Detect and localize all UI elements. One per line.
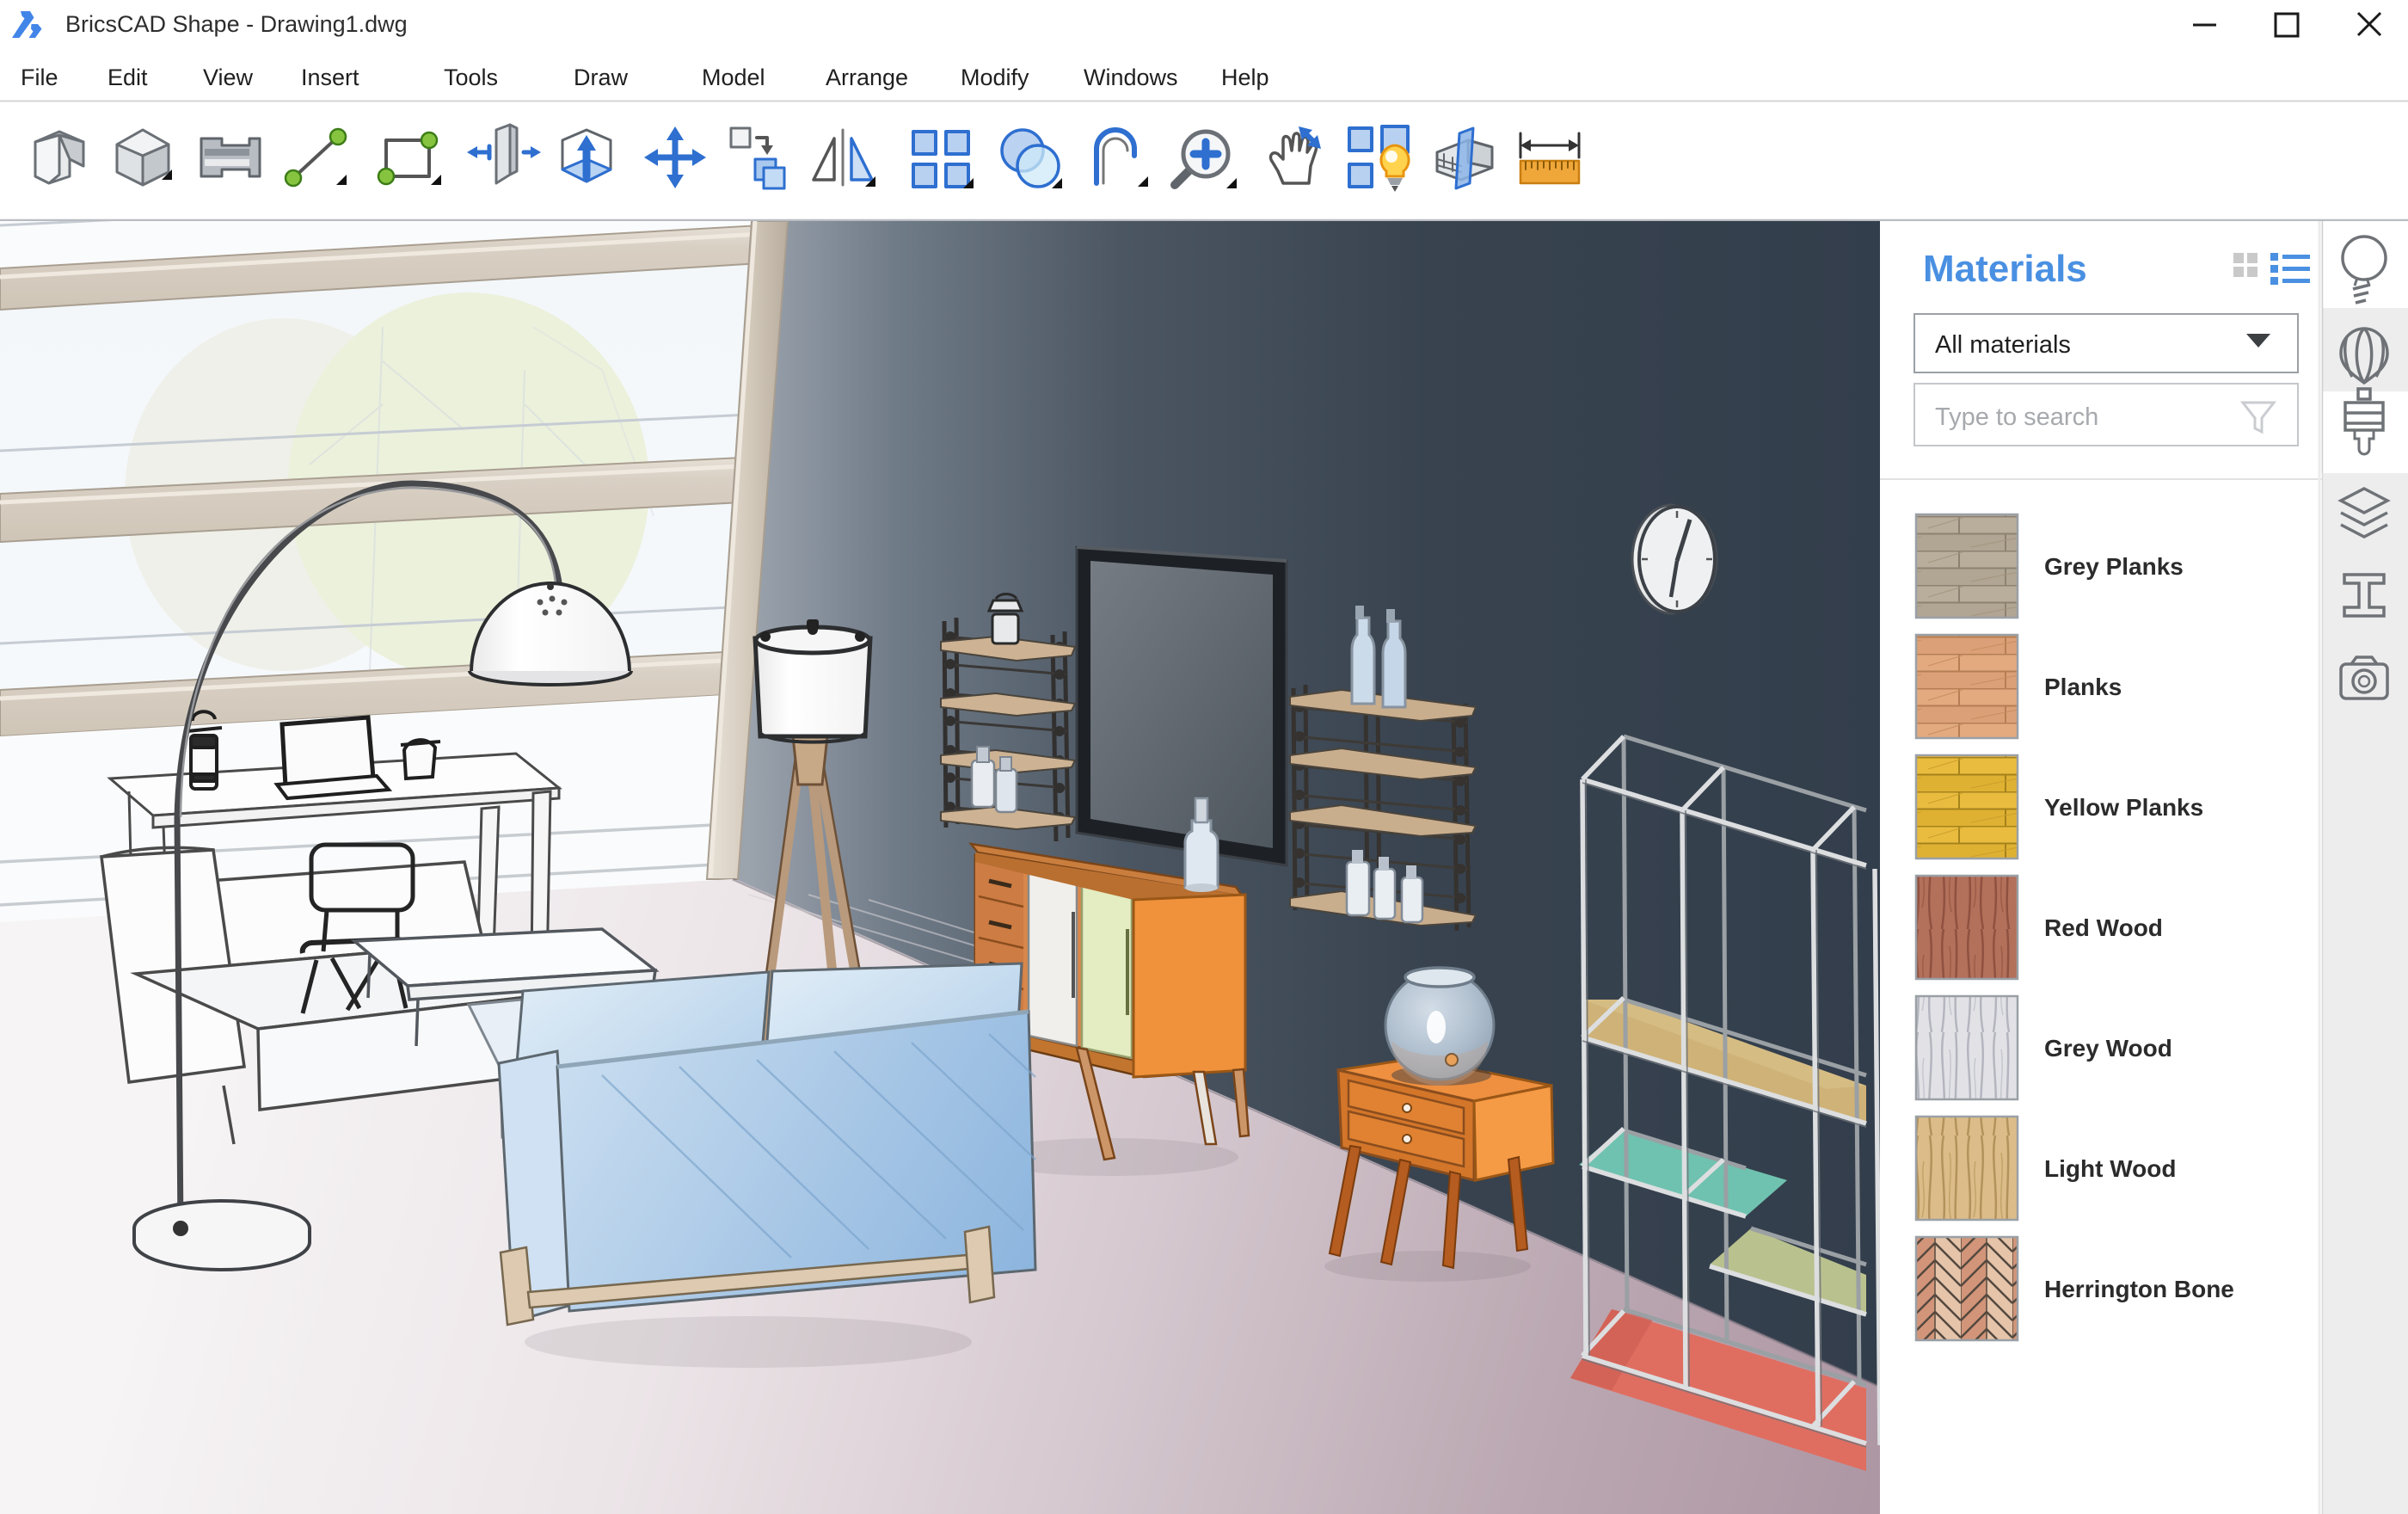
svg-text:File: File (21, 65, 58, 90)
svg-text:Type to search: Type to search (1935, 403, 2098, 431)
svg-text:Draw: Draw (574, 65, 629, 90)
svg-text:Planks: Planks (2044, 674, 2122, 700)
svg-text:Modify: Modify (961, 65, 1029, 90)
svg-text:Grey Wood: Grey Wood (2044, 1035, 2172, 1062)
svg-text:View: View (203, 65, 254, 90)
svg-text:All materials: All materials (1935, 331, 2071, 359)
svg-text:Insert: Insert (301, 65, 359, 90)
svg-text:Yellow Planks: Yellow Planks (2044, 794, 2203, 821)
svg-text:Edit: Edit (108, 65, 148, 90)
svg-text:Windows: Windows (1084, 65, 1178, 90)
svg-text:Arrange: Arrange (826, 65, 908, 90)
svg-text:Herrington Bone: Herrington Bone (2044, 1276, 2234, 1302)
svg-text:BricsCAD Shape - Drawing1.dwg: BricsCAD Shape - Drawing1.dwg (65, 11, 408, 37)
svg-text:Light Wood: Light Wood (2044, 1155, 2176, 1182)
svg-text:Red Wood: Red Wood (2044, 914, 2163, 941)
svg-text:Tools: Tools (444, 65, 498, 90)
svg-text:Grey Planks: Grey Planks (2044, 553, 2184, 580)
svg-text:Help: Help (1221, 65, 1269, 90)
svg-text:Model: Model (702, 65, 765, 90)
svg-text:Materials: Materials (1923, 248, 2087, 290)
